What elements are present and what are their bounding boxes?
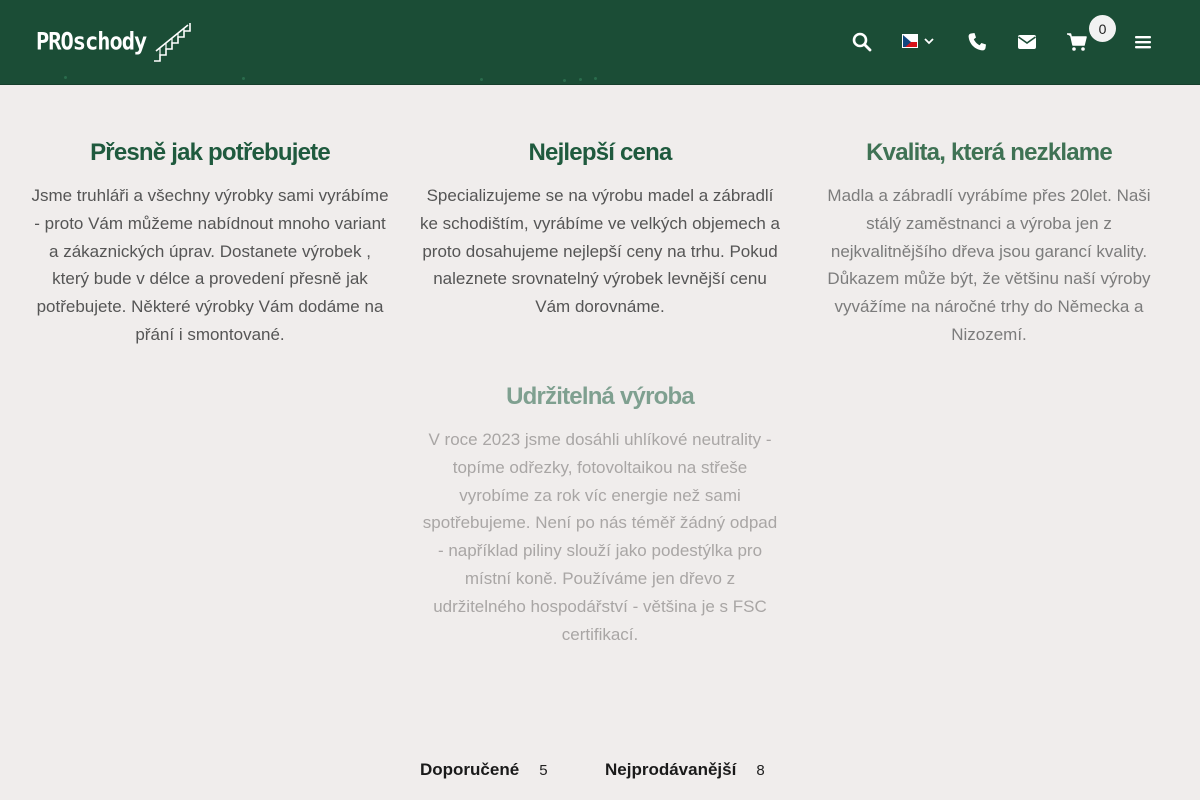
cart-count-badge: 0 — [1089, 15, 1116, 42]
feature-best-price: Nejlepší cena Specializujeme se na výrob… — [418, 138, 782, 321]
feature-title: Přesně jak potřebujete — [90, 139, 331, 166]
language-selector[interactable] — [902, 34, 934, 48]
feature-text: Specializujeme se na výrobu madel a zábr… — [420, 186, 780, 317]
menu-icon[interactable] — [1131, 30, 1155, 54]
feature-text: Madla a zábradlí vyrábíme přes 20let. Na… — [827, 186, 1151, 344]
chevron-down-icon — [924, 38, 934, 45]
feature-text: Jsme truhláři a všechny výrobky sami vyr… — [31, 186, 389, 344]
product-tabs: Doporučené 5 Nejprodávanější 8 — [0, 760, 1200, 784]
phone-icon[interactable] — [965, 30, 989, 54]
tab-count: 8 — [756, 761, 765, 779]
feature-text: V roce 2023 jsme dosáhli uhlíkové neutra… — [422, 430, 778, 644]
tab-recommended[interactable]: Doporučené 5 — [420, 760, 548, 780]
decorative-dots — [0, 76, 1200, 82]
header-actions: 0 — [0, 0, 1200, 85]
feature-title: Kvalita, která nezklame — [866, 139, 1113, 166]
czech-flag-icon — [902, 34, 918, 48]
tab-label: Nejprodávanější — [605, 760, 737, 779]
envelope-icon[interactable] — [1015, 30, 1039, 54]
feature-precise-fit: Přesně jak potřebujete Jsme truhláři a v… — [30, 138, 390, 349]
tab-count: 5 — [539, 761, 548, 779]
feature-title: Nejlepší cena — [528, 139, 672, 166]
top-navigation-bar: PROschody 0 — [0, 0, 1200, 85]
cart-icon[interactable] — [1065, 30, 1089, 54]
feature-title: Udržitelná výroba — [506, 383, 695, 410]
search-icon[interactable] — [850, 30, 874, 54]
feature-quality: Kvalita, která nezklame Madla a zábradlí… — [808, 138, 1170, 349]
tab-bestsellers[interactable]: Nejprodávanější 8 — [605, 760, 765, 780]
tab-label: Doporučené — [420, 760, 520, 779]
feature-sustainability: Udržitelná výroba V roce 2023 jsme dosáh… — [418, 382, 782, 648]
